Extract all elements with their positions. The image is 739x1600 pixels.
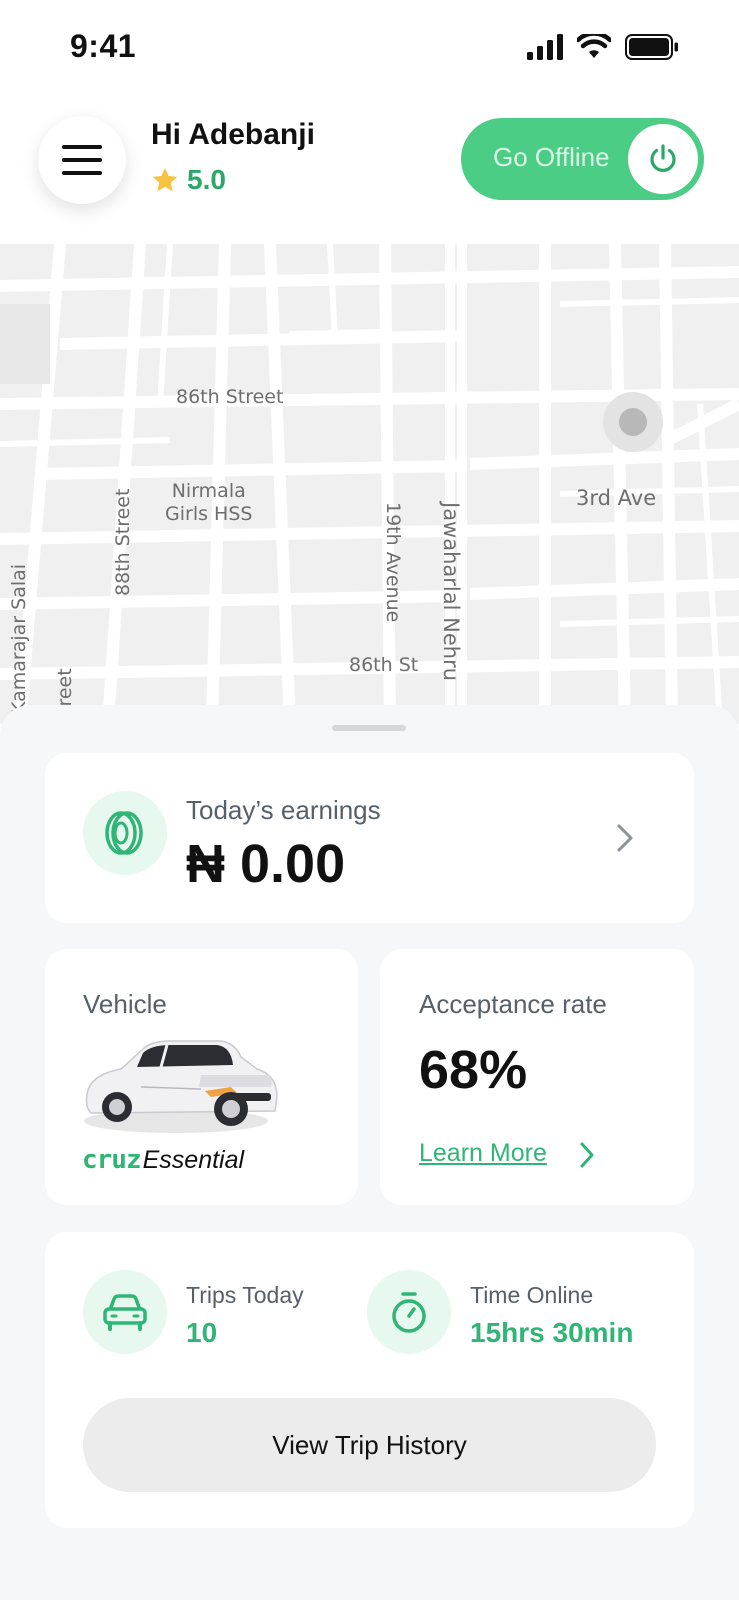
vehicle-tier: Essential	[142, 1146, 245, 1174]
vehicle-card[interactable]: Vehicle cruz Essential	[45, 949, 358, 1205]
map-label-nirmala-line2: Girls HSS	[165, 503, 253, 525]
map-label-3rd-ave: 3rd Ave	[576, 486, 657, 510]
map-streets	[0, 244, 739, 724]
rating-value: 5.0	[187, 164, 226, 195]
learn-more-link[interactable]: Learn More	[419, 1139, 547, 1168]
driver-greeting: Hi Adebanji	[151, 118, 315, 151]
star-icon	[152, 167, 178, 191]
trips-today-label: Trips Today	[186, 1282, 304, 1308]
map-label-86th-st: 86th St	[349, 654, 419, 676]
car-image	[84, 1040, 278, 1133]
sheet-drag-handle[interactable]	[332, 725, 406, 731]
timer-icon-circle	[367, 1270, 451, 1354]
map-label-19th-avenue: 19th Avenue	[382, 502, 404, 623]
power-knob	[628, 124, 698, 194]
stopwatch-icon	[392, 1292, 426, 1333]
trips-today-value: 10	[186, 1317, 218, 1348]
acceptance-rate-card: Acceptance rate 68% Learn More	[380, 949, 694, 1205]
driver-rating: 5.0	[151, 164, 226, 196]
map-label-nirmala: Nirmala Girls HSS	[165, 480, 252, 526]
status-icons	[527, 34, 679, 60]
time-online-label: Time Online	[470, 1282, 594, 1308]
battery-icon	[625, 34, 678, 60]
status-bar: 9:41	[0, 0, 739, 96]
chevron-right-icon[interactable]	[615, 823, 635, 853]
cruz-logo: cruz	[82, 1145, 142, 1175]
time-online-value: 15hrs 30min	[470, 1317, 634, 1348]
cellular-signal-icon	[527, 34, 563, 60]
map-label-nirmala-line1: Nirmala	[171, 480, 246, 502]
status-time: 9:41	[70, 28, 137, 64]
wifi-icon	[577, 34, 611, 58]
acceptance-rate-value: 68%	[419, 1040, 528, 1100]
vehicle-label: Vehicle	[83, 989, 167, 1019]
view-trip-history-button[interactable]: View Trip History	[83, 1398, 656, 1492]
car-icon	[103, 1294, 147, 1331]
earnings-label: Today’s earnings	[186, 795, 381, 825]
stats-card: Trips Today 10 Time Online 15hrs 30min V…	[45, 1232, 694, 1528]
menu-button[interactable]	[38, 116, 126, 204]
hamburger-menu-icon	[62, 145, 102, 175]
go-offline-label: Go Offline	[493, 142, 610, 172]
map-label-86th-street: 86th Street	[176, 386, 284, 408]
vehicle-brand: cruz Essential	[82, 1145, 244, 1175]
earnings-value: ₦ 0.00	[186, 834, 346, 894]
header: Hi Adebanji 5.0 Go Offline	[0, 96, 739, 244]
power-icon	[650, 144, 676, 172]
map-label-kamarajar-salai: Kamarajar Salai	[8, 563, 30, 714]
bottom-sheet: Today’s earnings ₦ 0.00 Vehicle cruz Ess…	[0, 705, 739, 1600]
map-view[interactable]: 86th Street Nirmala Girls HSS 3rd Ave 88…	[0, 244, 739, 724]
map-label-jawaharlal-nehru: Jawaharlal Nehru	[439, 502, 463, 682]
earnings-card[interactable]: Today’s earnings ₦ 0.00	[45, 753, 694, 923]
coin-icon	[105, 811, 143, 855]
go-offline-toggle[interactable]: Go Offline	[461, 118, 704, 200]
chevron-right-icon[interactable]	[578, 1141, 596, 1169]
acceptance-rate-label: Acceptance rate	[419, 989, 607, 1019]
trips-icon-circle	[83, 1270, 167, 1354]
map-label-88th-street: 88th Street	[112, 488, 134, 596]
coin-icon-circle	[83, 791, 167, 875]
